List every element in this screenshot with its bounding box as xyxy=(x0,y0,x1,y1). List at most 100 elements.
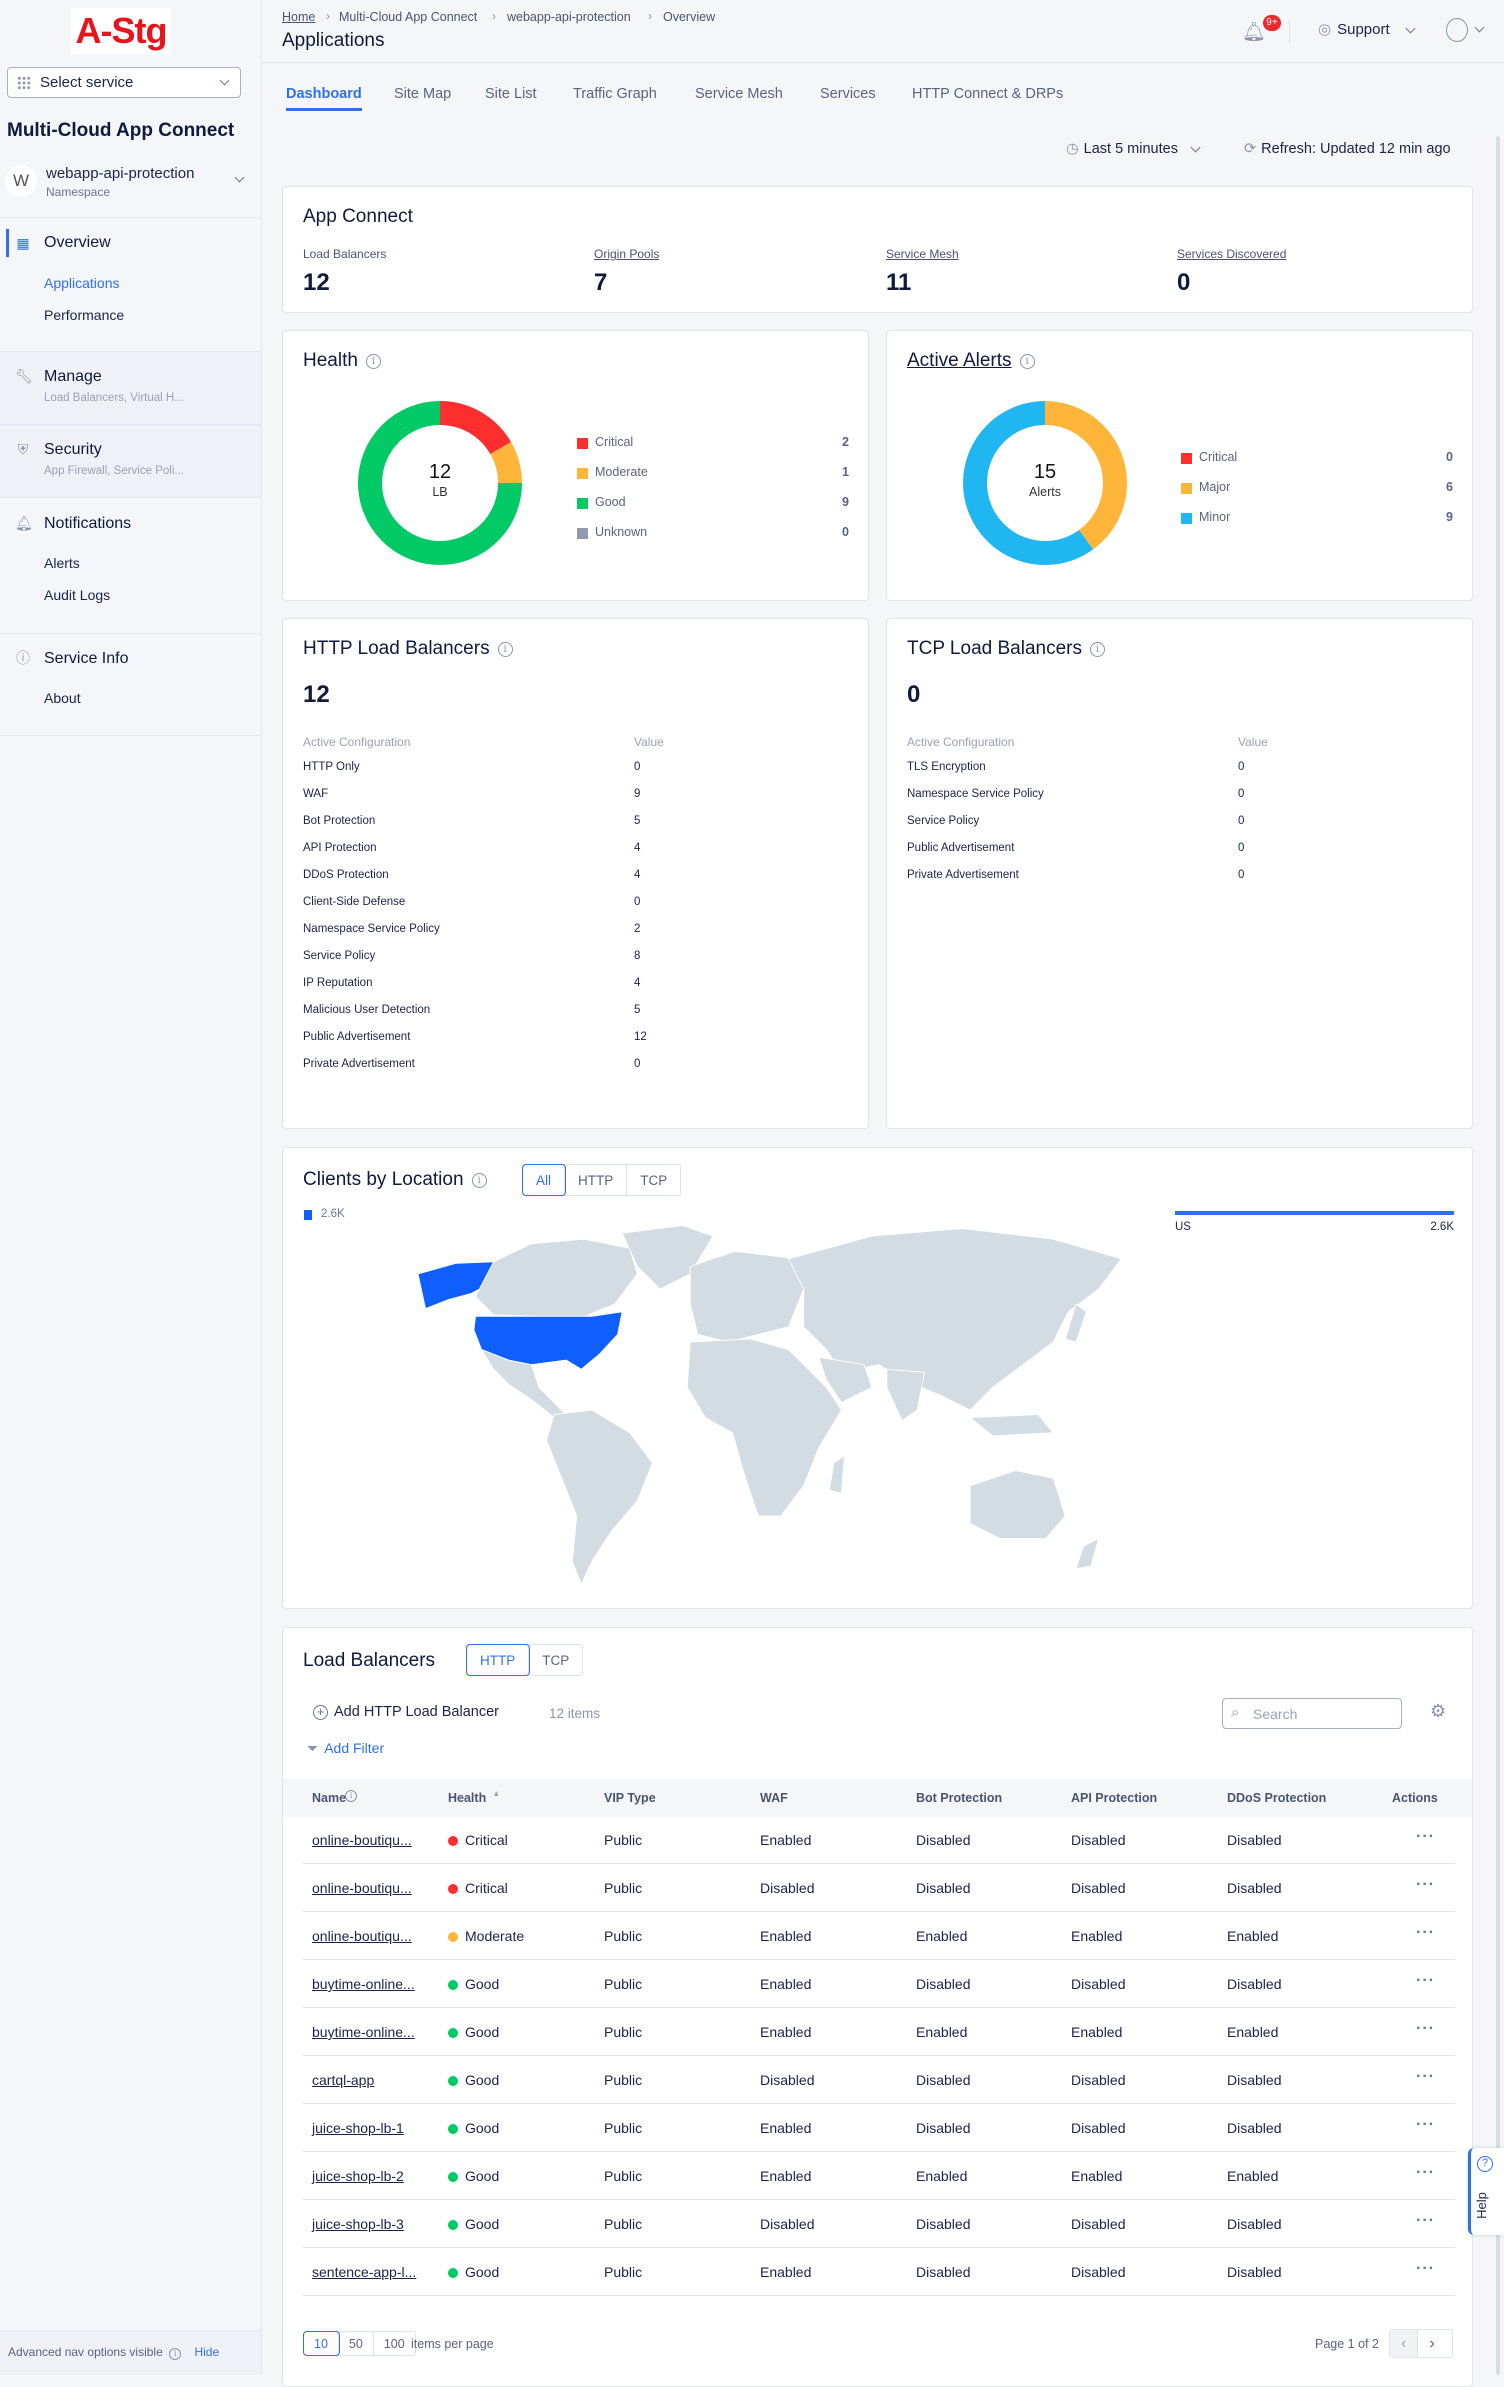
map-region-south-america[interactable] xyxy=(546,1409,653,1584)
lb-tab-tcp[interactable]: TCP xyxy=(529,1645,582,1675)
lb-name-link[interactable]: online-boutiqu... xyxy=(312,1880,412,1896)
more-actions-icon[interactable]: ··· xyxy=(1416,2164,1435,2182)
more-actions-icon[interactable]: ··· xyxy=(1416,1828,1435,1846)
legend-label: Critical xyxy=(595,435,634,449)
info-icon[interactable]: i xyxy=(1089,642,1105,657)
next-page-button[interactable]: › xyxy=(1418,2330,1445,2357)
page-size-10[interactable]: 10 xyxy=(303,2331,340,2356)
filter-tcp[interactable]: TCP xyxy=(627,1165,680,1195)
map-region-madagascar[interactable] xyxy=(828,1454,846,1494)
column-header-health[interactable]: Health xyxy=(448,1791,486,1805)
lb-name-link[interactable]: juice-shop-lb-2 xyxy=(312,2168,404,2184)
nav-audit-logs[interactable]: Audit Logs xyxy=(44,587,110,603)
map-region-new-zealand[interactable] xyxy=(1075,1537,1100,1570)
refresh-button[interactable]: ⟳ Refresh: Updated 12 min ago xyxy=(1244,141,1451,157)
add-filter-button[interactable]: ⏷ Add Filter xyxy=(307,1740,384,1757)
active-alerts-link[interactable]: Active Alerts xyxy=(907,350,1012,371)
breadcrumb-item[interactable]: webapp-api-protection xyxy=(507,10,631,24)
info-icon[interactable]: i xyxy=(471,1173,487,1188)
ddos-protection-status: Disabled xyxy=(1227,1976,1282,1992)
more-actions-icon[interactable]: ··· xyxy=(1416,2212,1435,2230)
help-tab[interactable]: ? Help xyxy=(1468,2148,1504,2235)
nav-about[interactable]: About xyxy=(44,690,81,706)
lb-name-link[interactable]: buytime-online... xyxy=(312,2024,415,2040)
gear-icon[interactable]: ⚙ xyxy=(1430,1701,1446,1722)
more-actions-icon[interactable]: ··· xyxy=(1416,2116,1435,2134)
nav-performance[interactable]: Performance xyxy=(44,307,124,323)
tab-site-map[interactable]: Site Map xyxy=(394,86,451,102)
row-divider xyxy=(303,2295,1455,2296)
tab-http-connect-drps[interactable]: HTTP Connect & DRPs xyxy=(912,86,1063,102)
stat-label[interactable]: Services Discovered xyxy=(1177,247,1286,261)
more-actions-icon[interactable]: ··· xyxy=(1416,2020,1435,2038)
nav-applications[interactable]: Applications xyxy=(44,275,120,291)
ddos-protection-status: Disabled xyxy=(1227,1832,1282,1848)
map-region-africa[interactable] xyxy=(686,1338,843,1517)
map-region-southeast-asia[interactable] xyxy=(968,1414,1055,1437)
lb-name-link[interactable]: sentence-app-l... xyxy=(312,2264,416,2280)
world-map[interactable] xyxy=(387,1221,1122,1584)
map-region-australia[interactable] xyxy=(969,1470,1066,1540)
map-region-india[interactable] xyxy=(886,1368,926,1422)
nav-service-info[interactable]: Service Info xyxy=(44,650,128,668)
info-icon[interactable]: i xyxy=(497,642,513,657)
sort-icon[interactable]: ▴ xyxy=(494,1788,499,1799)
lb-name-link[interactable]: buytime-online... xyxy=(312,1976,415,1992)
vip-type: Public xyxy=(604,1880,643,1896)
user-avatar-icon[interactable] xyxy=(1446,18,1468,42)
more-actions-icon[interactable]: ··· xyxy=(1416,2260,1435,2278)
hide-advanced-nav-link[interactable]: Hide xyxy=(194,2345,219,2359)
top-country-bar xyxy=(1175,1211,1454,1215)
page-scrollbar[interactable] xyxy=(1496,136,1500,2375)
stat-label[interactable]: Origin Pools xyxy=(594,247,659,261)
stat-label[interactable]: Service Mesh xyxy=(886,247,959,261)
breadcrumb-home[interactable]: Home xyxy=(282,10,315,24)
tab-service-mesh[interactable]: Service Mesh xyxy=(695,86,783,102)
page-size-50[interactable]: 50 xyxy=(339,2332,374,2355)
filter-http[interactable]: HTTP xyxy=(565,1165,628,1195)
lb-tab-http[interactable]: HTTP xyxy=(465,1644,531,1676)
lb-name-link[interactable]: cartql-app xyxy=(312,2072,374,2088)
row-divider xyxy=(303,2247,1455,2248)
tab-dashboard[interactable]: Dashboard xyxy=(286,86,362,111)
more-actions-icon[interactable]: ··· xyxy=(1416,1972,1435,1990)
lb-name-link[interactable]: juice-shop-lb-1 xyxy=(312,2120,404,2136)
nav-manage[interactable] xyxy=(0,351,261,424)
vip-type: Public xyxy=(604,1928,643,1944)
map-region-europe[interactable] xyxy=(689,1250,805,1343)
config-value: 0 xyxy=(634,1058,641,1070)
breadcrumb-item[interactable]: Multi-Cloud App Connect xyxy=(339,10,477,24)
add-http-load-balancer-button[interactable]: + Add HTTP Load Balancer xyxy=(313,1704,499,1720)
nav-security[interactable] xyxy=(0,425,261,497)
lb-name-link[interactable]: juice-shop-lb-3 xyxy=(312,2216,404,2232)
more-actions-icon[interactable]: ··· xyxy=(1416,1924,1435,1942)
api-protection-status: Enabled xyxy=(1071,2168,1123,2184)
more-actions-icon[interactable]: ··· xyxy=(1416,1876,1435,1894)
map-region-canada[interactable] xyxy=(474,1238,638,1317)
nav-alerts[interactable]: Alerts xyxy=(44,555,80,571)
config-value: 5 xyxy=(634,815,641,827)
support-menu[interactable]: ◎ Support xyxy=(1318,20,1390,38)
lb-name-link[interactable]: online-boutiqu... xyxy=(312,1928,412,1944)
tab-services[interactable]: Services xyxy=(820,86,876,102)
info-icon: i xyxy=(169,2348,182,2360)
tab-traffic-graph[interactable]: Traffic Graph xyxy=(573,86,657,102)
time-range-picker[interactable]: ◷ Last 5 minutes xyxy=(1066,141,1178,157)
tab-site-list[interactable]: Site List xyxy=(485,86,537,102)
search-input[interactable]: ⌕ Search xyxy=(1222,1698,1402,1729)
page-size-100[interactable]: 100 xyxy=(374,2332,415,2355)
config-value: 0 xyxy=(634,896,641,908)
config-name: Private Advertisement xyxy=(303,1058,415,1070)
more-actions-icon[interactable]: ··· xyxy=(1416,2068,1435,2086)
prev-page-button[interactable]: ‹ xyxy=(1390,2330,1419,2357)
info-icon[interactable]: i xyxy=(345,1790,357,1802)
nav-overview[interactable]: Overview xyxy=(44,234,111,252)
lb-name-link[interactable]: online-boutiqu... xyxy=(312,1832,412,1848)
search-icon: ⌕ xyxy=(1231,1704,1240,1721)
info-icon[interactable]: i xyxy=(1019,354,1035,369)
nav-notifications[interactable]: Notifications xyxy=(44,515,131,533)
select-service-dropdown[interactable]: Select service xyxy=(7,67,241,98)
info-icon[interactable]: i xyxy=(365,354,381,369)
filter-all[interactable]: All xyxy=(521,1164,567,1196)
config-name: Malicious User Detection xyxy=(303,1004,431,1016)
